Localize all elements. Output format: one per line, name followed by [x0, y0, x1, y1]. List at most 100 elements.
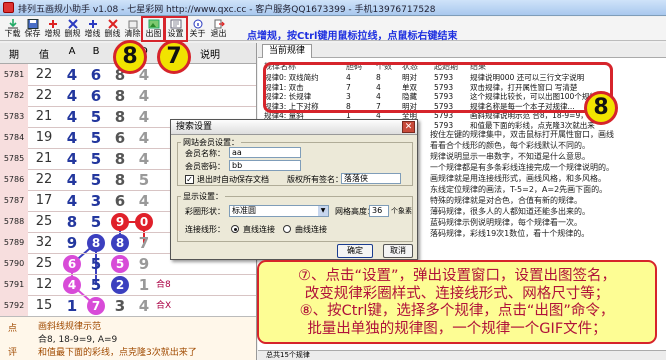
- settings-button[interactable]: 设置: [163, 16, 188, 42]
- number-cell-d[interactable]: 9: [132, 253, 156, 275]
- app-icon: [3, 2, 14, 13]
- autosave-checkbox[interactable]: ✓: [185, 175, 194, 184]
- member-password-field[interactable]: bb: [229, 160, 301, 171]
- description-line: 特殊的规律就是对合色，合值有新的规律。: [430, 196, 582, 205]
- sum-value-cell: 32: [35, 235, 53, 250]
- description-line: 一个规律都是有多条彩线连接完成一个规律说明的。: [430, 163, 614, 172]
- description-line: 画规律就是用连接线形式，画线风格，和多风格。: [430, 174, 606, 183]
- sum-value-cell: 15: [35, 298, 53, 313]
- period-cell: 5791: [0, 274, 28, 296]
- rule-list-highlight: [263, 62, 613, 113]
- number-cell-b[interactable]: 5: [84, 253, 108, 275]
- number-circle-c[interactable]: 9: [111, 213, 129, 231]
- number-circle-a[interactable]: 4: [63, 276, 81, 294]
- number-cell-d[interactable]: 4: [132, 295, 156, 317]
- sum-value-cell: 25: [35, 256, 53, 271]
- number-cell-b[interactable]: 5: [84, 274, 108, 296]
- comment-label-1: 点: [8, 324, 18, 334]
- number-circle-a[interactable]: 6: [63, 255, 81, 273]
- sum-value-cell: 25: [35, 214, 53, 229]
- line-style-label: 连接线形：: [185, 225, 225, 234]
- toolbar-hint: 点增规，按Ctrl键用鼠标拉线，点鼠标右键结束: [247, 31, 458, 42]
- number-cell-c[interactable]: 3: [108, 295, 132, 317]
- rule-tabs: 当前规律: [258, 43, 666, 58]
- number-cell-a[interactable]: 8: [60, 211, 84, 233]
- about-button[interactable]: 关于: [187, 18, 208, 40]
- description-line: 规律说明显示一串数字，不知道是什么意思。: [430, 152, 590, 161]
- add-line-icon: [88, 20, 97, 28]
- grid-height-spinner[interactable]: 36: [369, 205, 389, 217]
- export-image-button[interactable]: 出图: [141, 16, 166, 42]
- close-icon: ✕: [404, 122, 413, 132]
- line-style-straight-radio[interactable]: [231, 225, 239, 233]
- export-image-icon: [148, 19, 159, 29]
- line-style-straight-label: 直线连接: [243, 225, 275, 234]
- download-button[interactable]: 下载: [2, 18, 23, 40]
- ok-button[interactable]: 确定: [337, 244, 373, 258]
- number-circle-b[interactable]: 8: [87, 234, 105, 252]
- cancel-button[interactable]: 取消: [383, 244, 413, 258]
- period-cell: 5792: [0, 295, 28, 317]
- comment-line-1: 画斜线规律示范: [38, 322, 102, 332]
- add-icon: [48, 20, 57, 28]
- clear-button[interactable]: 清除: [122, 18, 143, 40]
- table-row[interactable]: 5791 12 4 5 2 1 合8: [0, 274, 256, 296]
- download-icon: [7, 19, 18, 29]
- number-cell-b[interactable]: 5: [84, 211, 108, 233]
- save-icon: [27, 19, 38, 29]
- autosave-label: 退出时自动保存文档: [197, 175, 269, 184]
- description-line: 薄码规律，很多人的人都知道还能多出来的。: [430, 207, 590, 216]
- save-button[interactable]: 保存: [22, 18, 43, 40]
- number-cell-d[interactable]: 7: [132, 232, 156, 254]
- number-cell-a[interactable]: 1: [60, 295, 84, 317]
- window-title: 排列五画规小助手 v1.08 - 七星彩网 http://www.qxc.cc …: [18, 5, 436, 15]
- add-line-button[interactable]: 增线: [82, 18, 103, 40]
- delete-line-button[interactable]: 删线: [102, 18, 123, 40]
- description-line: 落码规律，彩线19次1数位，看十个规律的。: [430, 229, 590, 238]
- display-settings-group: [177, 196, 413, 242]
- number-cell-a[interactable]: 9: [60, 232, 84, 254]
- signature-field[interactable]: 落落侠: [341, 173, 401, 184]
- number-cell-d[interactable]: 1: [132, 274, 156, 296]
- number-circle-c[interactable]: 8: [111, 234, 129, 252]
- circle-shape-select[interactable]: 标准圆 ▼: [229, 205, 329, 217]
- number-circle-d[interactable]: 0: [135, 213, 153, 231]
- step-8-badge-rules: 8: [584, 91, 618, 125]
- display-group-title: 显示设置：: [181, 191, 225, 202]
- about-icon: [193, 19, 202, 29]
- grid-height-unit: 个象素: [391, 207, 412, 215]
- tab-current-rules[interactable]: 当前规律: [262, 44, 313, 58]
- chevron-down-icon: ▼: [318, 206, 328, 216]
- number-circle-b[interactable]: 7: [87, 297, 105, 315]
- dialog-close-button[interactable]: ✕: [402, 121, 415, 133]
- sum-value-cell: 12: [35, 277, 53, 292]
- table-row[interactable]: 5792 15 1 7 3 4 合X: [0, 295, 256, 317]
- line-style-curve-radio[interactable]: [283, 225, 291, 233]
- delete-line-icon: [107, 19, 118, 29]
- number-circle-c[interactable]: 2: [111, 276, 129, 294]
- title-bar: 排列五画规小助手 v1.08 - 七星彩网 http://www.qxc.cc …: [0, 0, 666, 16]
- callout-line-2: 改变规律彩圈样式、连接线形式、网格尺寸等；: [304, 285, 610, 302]
- settings-icon: [170, 19, 181, 29]
- description-line: 蓝码规律示例说明规律，每个规律看一次。: [430, 218, 582, 227]
- member-name-field[interactable]: aa: [229, 147, 301, 158]
- number-circle-c[interactable]: 5: [111, 255, 129, 273]
- instruction-callout: ⑦、点击“设置”，弹出设置窗口，设置出图签名， 改变规律彩圈样式、连接线形式、网…: [257, 260, 657, 344]
- side-note: 合X: [156, 301, 172, 311]
- add-rule-button[interactable]: 增规: [42, 18, 63, 40]
- delete-icon: [67, 19, 78, 29]
- description-line: 看看合个线形的颜色，每个彩线默认不同的。: [430, 141, 590, 150]
- clear-icon: [128, 20, 137, 29]
- exit-button[interactable]: 退出: [208, 18, 229, 40]
- dialog-title: 搜索设置: [171, 120, 417, 135]
- delete-rule-button[interactable]: 删规: [62, 18, 83, 40]
- callout-line-4: 批量出单独的规律图，一个规律一个GIF文件；: [307, 320, 607, 337]
- circle-shape-label: 彩圈形状：: [185, 207, 225, 216]
- step-7-badge-settings: 7: [157, 40, 191, 74]
- member-password-label: 会员密码：: [185, 162, 225, 171]
- toolbar: 下载 保存 增规 删规 增线 删线 清除 出图 设置 关于 退出 点增规，按Ct…: [0, 16, 666, 42]
- line-style-curve-label: 曲线连接: [295, 225, 327, 234]
- callout-line-3: ⑧、按Ctrl键，选择多个规律，点击“出图”命令，: [299, 303, 615, 319]
- comment-line-2: 合8, 18-9=9, A=9: [38, 335, 118, 345]
- exit-icon: [214, 19, 225, 29]
